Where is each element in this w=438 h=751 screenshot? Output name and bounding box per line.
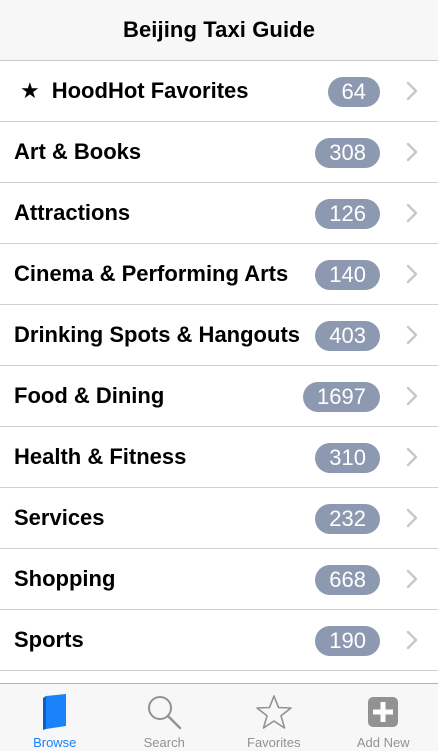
category-list[interactable]: ★HoodHot Favorites 64 Art & Books 308 At… [0, 61, 438, 683]
list-item[interactable]: Cinema & Performing Arts 140 [0, 244, 438, 305]
chevron-right-icon [406, 81, 418, 101]
page-title: Beijing Taxi Guide [123, 17, 315, 43]
chevron-right-icon [406, 142, 418, 162]
list-item[interactable]: Shopping 668 [0, 549, 438, 610]
count-badge: 126 [315, 199, 380, 229]
count-badge: 1697 [303, 382, 380, 412]
tab-label: Browse [33, 735, 76, 750]
count-badge: 232 [315, 504, 380, 534]
chevron-right-icon [406, 569, 418, 589]
list-item[interactable]: Sports 190 [0, 610, 438, 671]
count-badge: 140 [315, 260, 380, 290]
count-badge: 310 [315, 443, 380, 473]
tab-browse[interactable]: Browse [0, 684, 110, 751]
list-item[interactable]: Drinking Spots & Hangouts 403 [0, 305, 438, 366]
tab-add-new[interactable]: Add New [329, 684, 438, 751]
chevron-right-icon [406, 325, 418, 345]
book-icon [35, 692, 75, 732]
count-badge: 668 [315, 565, 380, 595]
plus-square-icon [363, 692, 403, 732]
list-item[interactable]: Food & Dining 1697 [0, 366, 438, 427]
chevron-right-icon [406, 264, 418, 284]
tab-search[interactable]: Search [110, 684, 220, 751]
tab-label: Search [144, 735, 185, 750]
star-icon: ★ [20, 78, 40, 103]
list-item[interactable]: Health & Fitness 310 [0, 427, 438, 488]
magnifier-icon [144, 692, 184, 732]
list-item[interactable]: Attractions 126 [0, 183, 438, 244]
list-item[interactable]: Art & Books 308 [0, 122, 438, 183]
list-item[interactable]: Services 232 [0, 488, 438, 549]
chevron-right-icon [406, 386, 418, 406]
nav-bar: Beijing Taxi Guide [0, 0, 438, 61]
chevron-right-icon [406, 508, 418, 528]
list-item-favorites[interactable]: ★HoodHot Favorites 64 [0, 61, 438, 122]
tab-favorites[interactable]: Favorites [219, 684, 329, 751]
tab-bar: Browse Search Favorites Add New [0, 683, 438, 751]
count-badge: 190 [315, 626, 380, 656]
tab-label: Favorites [247, 735, 300, 750]
count-badge: 64 [328, 77, 380, 107]
list-item-partial[interactable] [0, 671, 438, 683]
count-badge: 308 [315, 138, 380, 168]
star-outline-icon [254, 692, 294, 732]
chevron-right-icon [406, 630, 418, 650]
chevron-right-icon [406, 447, 418, 467]
chevron-right-icon [406, 203, 418, 223]
tab-label: Add New [357, 735, 410, 750]
count-badge: 403 [315, 321, 380, 351]
